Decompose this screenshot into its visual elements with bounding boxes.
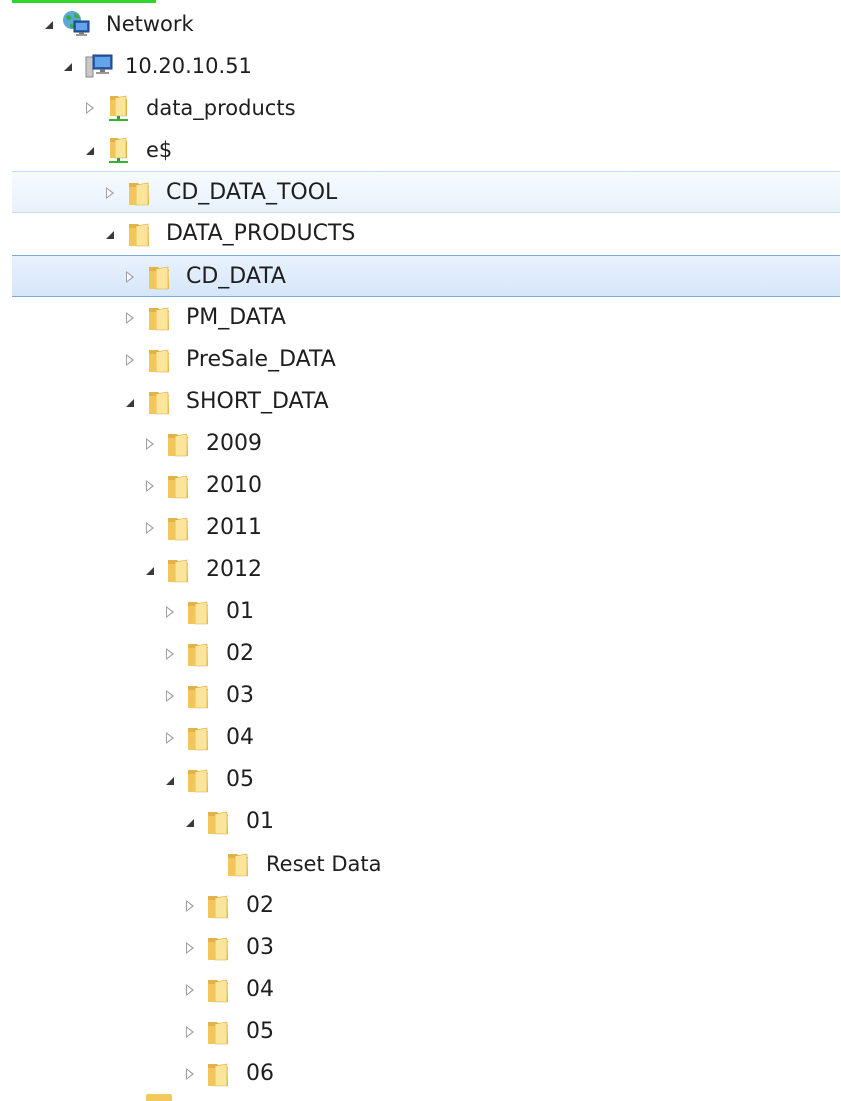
folder-icon bbox=[185, 682, 211, 710]
expand-arrow-icon[interactable] bbox=[186, 900, 194, 912]
folder-icon bbox=[205, 1060, 231, 1088]
collapse-arrow-icon[interactable] bbox=[166, 777, 174, 785]
tree-item-label: e$ bbox=[146, 138, 173, 162]
tree-item-label: 04 bbox=[226, 725, 254, 750]
folder-icon bbox=[205, 934, 231, 962]
folder-icon bbox=[146, 304, 172, 332]
network-share-icon bbox=[104, 94, 130, 122]
tree-item-label: 03 bbox=[226, 683, 254, 708]
tree-item-cd-data[interactable]: CD_DATA bbox=[12, 255, 840, 297]
tree-item-label: 2012 bbox=[206, 557, 262, 582]
tree-item-label: DATA_PRODUCTS bbox=[166, 221, 356, 246]
folder-icon bbox=[146, 263, 172, 291]
tree-item-label: 05 bbox=[246, 1019, 274, 1044]
tree-item-label: CD_DATA bbox=[186, 264, 286, 289]
folder-tree: Network 10.20.10.51 data_products e$ CD_… bbox=[0, 0, 841, 1101]
folder-icon bbox=[205, 808, 231, 836]
tree-item-label: 2010 bbox=[206, 473, 262, 498]
folder-icon bbox=[185, 640, 211, 668]
expand-arrow-icon[interactable] bbox=[126, 312, 134, 324]
collapse-arrow-icon[interactable] bbox=[126, 399, 134, 407]
tree-item-label: PreSale_DATA bbox=[186, 347, 336, 372]
expand-arrow-icon[interactable] bbox=[186, 942, 194, 954]
folder-icon bbox=[146, 346, 172, 374]
folder-icon bbox=[205, 892, 231, 920]
folder-icon bbox=[146, 388, 172, 416]
collapse-arrow-icon[interactable] bbox=[45, 21, 53, 29]
folder-icon bbox=[126, 179, 152, 207]
tree-item-label: 01 bbox=[246, 809, 274, 834]
folder-icon bbox=[185, 766, 211, 794]
expand-arrow-icon[interactable] bbox=[146, 522, 154, 534]
tree-item-label: CD_DATA_TOOL bbox=[166, 180, 338, 205]
tree-item-label: 06 bbox=[246, 1061, 274, 1086]
folder-icon bbox=[185, 598, 211, 626]
folder-icon bbox=[165, 556, 191, 584]
collapse-arrow-icon[interactable] bbox=[86, 147, 94, 155]
expand-arrow-icon[interactable] bbox=[126, 271, 134, 283]
folder-icon bbox=[205, 1018, 231, 1046]
tree-item-label: 01 bbox=[226, 599, 254, 624]
tree-item-label: 02 bbox=[226, 641, 254, 666]
collapse-arrow-icon[interactable] bbox=[106, 231, 114, 239]
folder-icon bbox=[205, 976, 231, 1004]
expand-arrow-icon[interactable] bbox=[166, 648, 174, 660]
folder-icon bbox=[225, 850, 251, 878]
tree-item-label: Network bbox=[106, 12, 194, 36]
expand-arrow-icon[interactable] bbox=[166, 606, 174, 618]
tree-item-cd-data-tool[interactable]: CD_DATA_TOOL bbox=[12, 171, 840, 213]
collapse-arrow-icon[interactable] bbox=[146, 567, 154, 575]
computer-icon bbox=[84, 52, 114, 80]
tree-item-label: 2009 bbox=[206, 431, 262, 456]
expand-arrow-icon[interactable] bbox=[126, 354, 134, 366]
expand-arrow-icon[interactable] bbox=[186, 1068, 194, 1080]
tree-item-label: 02 bbox=[246, 893, 274, 918]
expand-arrow-icon[interactable] bbox=[146, 480, 154, 492]
tree-item-label: 03 bbox=[246, 935, 274, 960]
expand-arrow-icon[interactable] bbox=[86, 102, 94, 114]
collapse-arrow-icon[interactable] bbox=[64, 63, 72, 71]
network-globe-icon bbox=[62, 10, 92, 38]
tree-item-label: data_products bbox=[146, 96, 296, 120]
folder-icon bbox=[165, 430, 191, 458]
expand-arrow-icon[interactable] bbox=[186, 984, 194, 996]
folder-icon bbox=[165, 514, 191, 542]
expand-arrow-icon[interactable] bbox=[186, 1026, 194, 1038]
expand-arrow-icon[interactable] bbox=[106, 187, 114, 199]
tree-item-label: 05 bbox=[226, 767, 254, 792]
collapse-arrow-icon[interactable] bbox=[186, 819, 194, 827]
expand-arrow-icon[interactable] bbox=[166, 732, 174, 744]
folder-icon bbox=[126, 220, 152, 248]
tree-item-label: 04 bbox=[246, 977, 274, 1002]
expand-arrow-icon[interactable] bbox=[146, 438, 154, 450]
partial-folder-icon bbox=[146, 1094, 172, 1101]
expand-arrow-icon[interactable] bbox=[166, 690, 174, 702]
folder-icon bbox=[185, 724, 211, 752]
tree-item-label: Reset Data bbox=[266, 852, 382, 876]
network-share-icon bbox=[104, 136, 130, 164]
folder-icon bbox=[165, 472, 191, 500]
tree-item-label: 2011 bbox=[206, 515, 262, 540]
tree-item-label: SHORT_DATA bbox=[186, 389, 329, 414]
tree-item-label: PM_DATA bbox=[186, 305, 286, 330]
tree-item-label: 10.20.10.51 bbox=[125, 54, 252, 78]
